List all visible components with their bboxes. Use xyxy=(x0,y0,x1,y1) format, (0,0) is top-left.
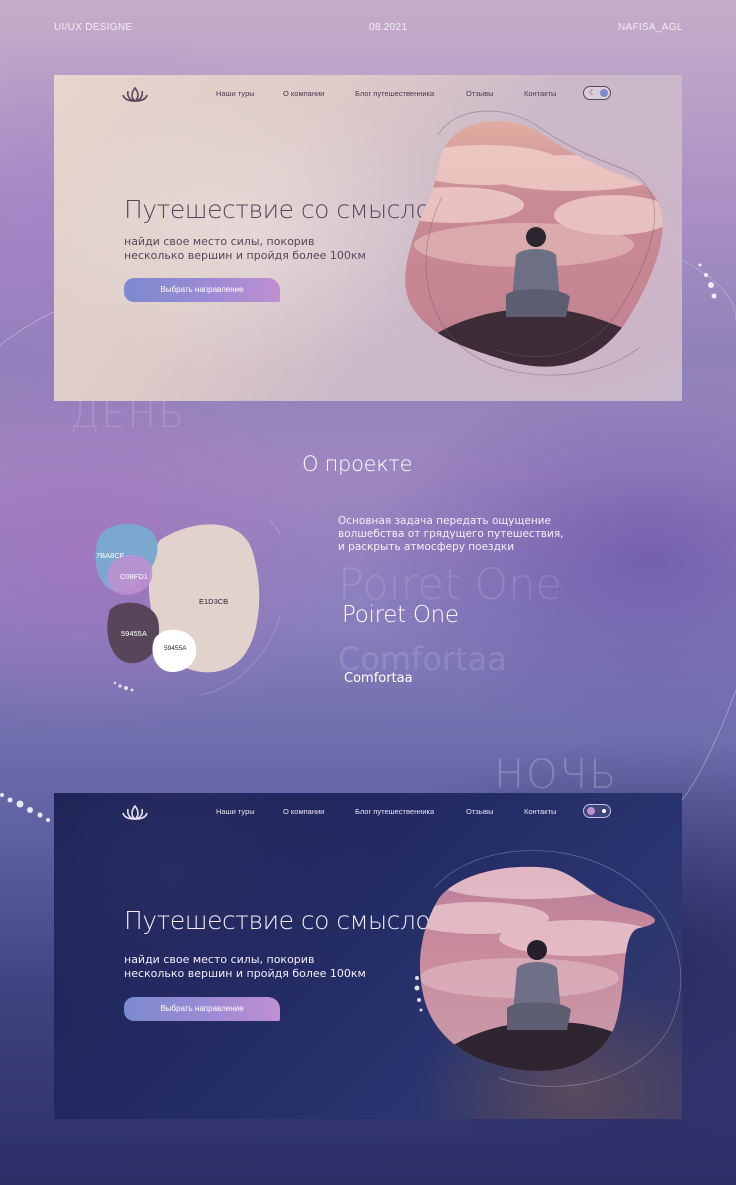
about-line2: волшебства от грядущего путешествия, xyxy=(338,528,564,540)
about-line3: и раскрыть атмосферу поездки xyxy=(338,541,515,553)
nav-link-tours[interactable]: Наши туры xyxy=(216,89,255,98)
hero-title: Путешествие со смыслом xyxy=(124,906,449,935)
hero-subtitle-line2: несколько вершин и пройдя более 100км xyxy=(124,249,366,262)
nav-link-contacts[interactable]: Контакты xyxy=(524,807,556,816)
about-line1: Основная задача передать ощущение xyxy=(338,515,551,527)
font-sample-primary: Poiret One xyxy=(342,602,459,628)
hero-subtitle: найди свое место силы, покорив несколько… xyxy=(124,235,424,263)
choose-destination-button[interactable]: Выбрать направление xyxy=(124,278,280,302)
hero-photo-day xyxy=(405,110,663,376)
lotus-logo-icon[interactable] xyxy=(122,803,148,823)
choose-destination-button[interactable]: Выбрать направление xyxy=(124,997,280,1021)
swatch-label-white: 59455A xyxy=(164,645,187,652)
about-title: О проекте xyxy=(302,452,413,476)
navbar-night: Наши туры О компании Блог путешественник… xyxy=(54,803,682,823)
nav-link-about[interactable]: О компании xyxy=(283,807,324,816)
toggle-knob xyxy=(587,807,595,815)
hero-subtitle-line2: несколько вершин и пройдя более 100км xyxy=(124,967,366,980)
nav-link-about[interactable]: О компании xyxy=(283,89,324,98)
deco-word-night: НОЧЬ xyxy=(494,752,619,798)
meta-date: 08.2021 xyxy=(369,22,408,33)
hero-subtitle: найди свое место силы, покорив несколько… xyxy=(124,953,424,981)
hero-night-frame: Наши туры О компании Блог путешественник… xyxy=(54,793,682,1119)
swatch-label-sand: E1D3CB xyxy=(199,597,229,606)
meta-label-left: UI/UX DESIGNE xyxy=(54,22,133,33)
swatch-label-plum: 59455A xyxy=(121,629,147,638)
hero-photo-night xyxy=(414,850,682,1087)
about-description: Основная задача передать ощущение волшеб… xyxy=(338,515,628,554)
star-dot-icon xyxy=(602,809,606,813)
hero-subtitle-line1: найди свое место силы, покорив xyxy=(124,235,315,248)
hero-day-frame: Наши туры О компании Блог путешественник… xyxy=(54,75,682,401)
nav-link-reviews[interactable]: Отзывы xyxy=(466,807,493,816)
hero-subtitle-line1: найди свое место силы, покорив xyxy=(124,953,315,966)
nav-link-tours[interactable]: Наши туры xyxy=(216,807,255,816)
swatch-label-lilac: C08FD1 xyxy=(120,572,148,581)
nav-link-blog[interactable]: Блог путешественника xyxy=(355,807,434,816)
swatch-label-blue: 7BA8CF xyxy=(96,551,125,560)
color-palette xyxy=(95,519,280,696)
font-sample-secondary: Comfortaa xyxy=(344,671,413,686)
meta-author: NAFISA_AGL xyxy=(618,22,683,33)
theme-toggle[interactable] xyxy=(583,804,611,818)
lotus-logo-icon[interactable] xyxy=(122,85,148,105)
